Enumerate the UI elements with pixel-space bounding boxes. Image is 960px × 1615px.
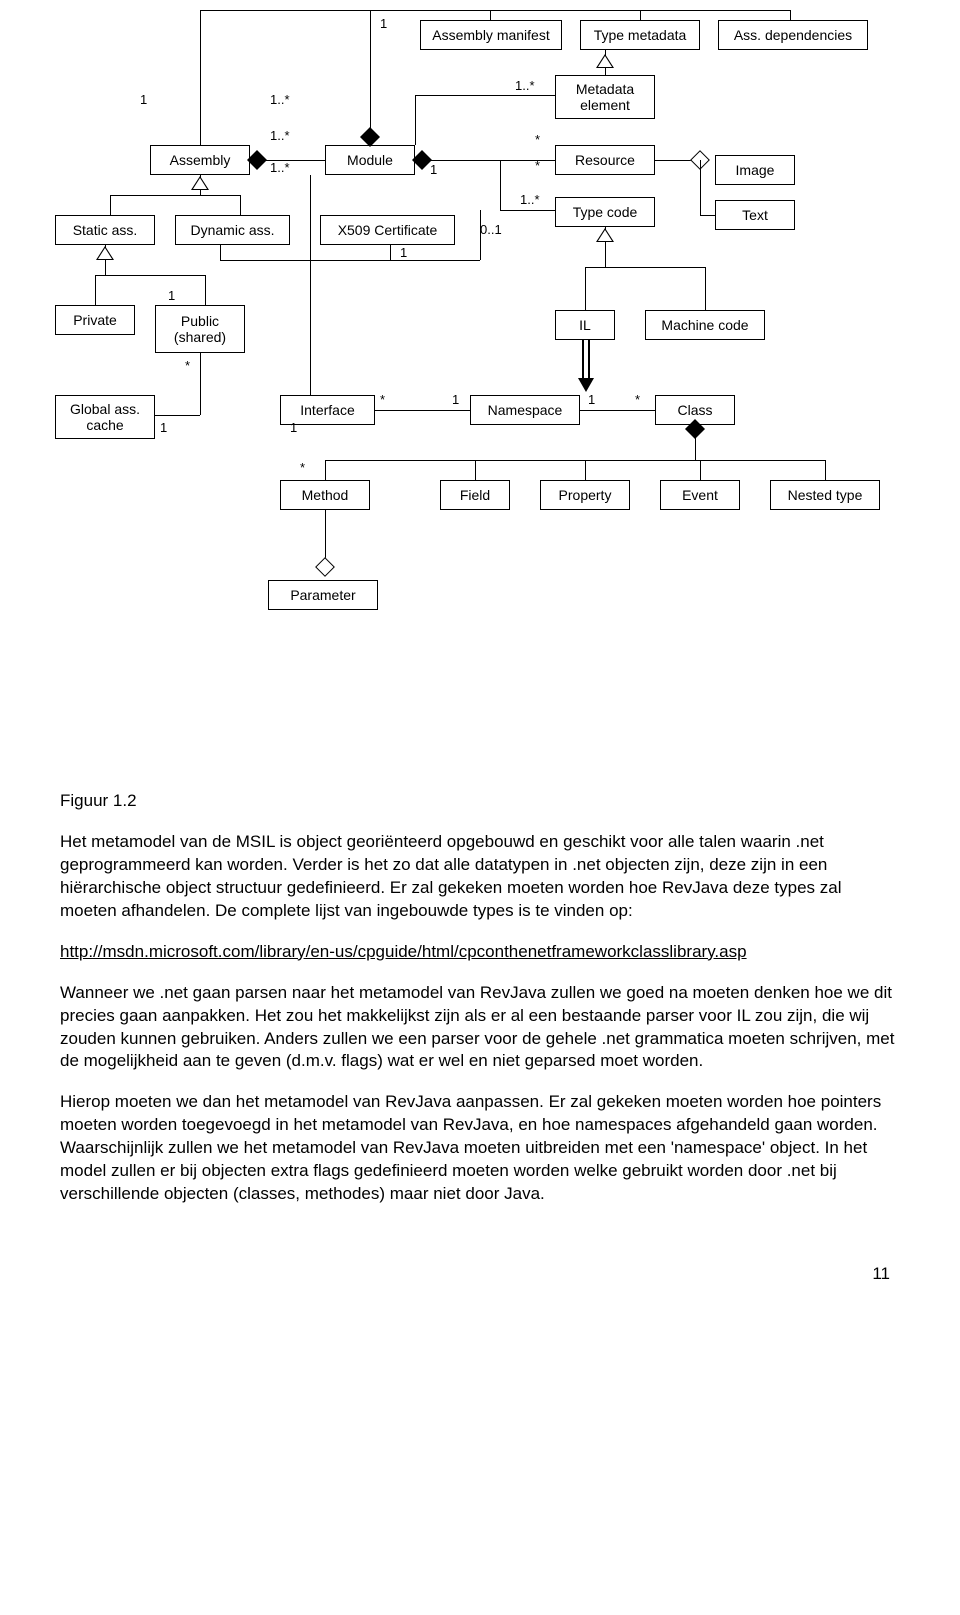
mult-star: * [300, 460, 305, 475]
entity-nested-type: Nested type [770, 480, 880, 510]
entity-method: Method [280, 480, 370, 510]
entity-property: Property [540, 480, 630, 510]
mult-one-star: 1..* [270, 128, 290, 143]
entity-parameter: Parameter [268, 580, 378, 610]
entity-ass-dependencies: Ass. dependencies [718, 20, 868, 50]
entity-event: Event [660, 480, 740, 510]
entity-public-shared: Public (shared) [155, 305, 245, 353]
entity-field: Field [440, 480, 510, 510]
paragraph-2: Wanneer we .net gaan parsen naar het met… [60, 982, 900, 1074]
entity-type-metadata: Type metadata [580, 20, 700, 50]
mult-one-star: 1..* [515, 78, 535, 93]
mult-star: * [185, 358, 190, 373]
figure-caption: Figuur 1.2 [60, 790, 900, 813]
entity-il: IL [555, 310, 615, 340]
aggregation-diamond-icon [315, 557, 335, 577]
entity-resource: Resource [555, 145, 655, 175]
generalization-triangle-icon [96, 246, 114, 260]
paragraph-1: Het metamodel van de MSIL is object geor… [60, 831, 900, 923]
entity-image: Image [715, 155, 795, 185]
entity-x509: X509 Certificate [320, 215, 455, 245]
composition-diamond-icon [412, 150, 432, 170]
entity-text: Text [715, 200, 795, 230]
mult-zero-one: 0..1 [480, 222, 502, 237]
mult-star: * [380, 392, 385, 407]
entity-global-ass-cache: Global ass. cache [55, 395, 155, 439]
mult-star: * [535, 158, 540, 173]
page-number: 11 [0, 1264, 960, 1304]
generalization-triangle-icon [596, 228, 614, 242]
generalization-triangle-icon [191, 176, 209, 190]
mult-one: 1 [400, 245, 407, 260]
arrow-down-icon [578, 378, 594, 392]
mult-one-star: 1..* [270, 92, 290, 107]
mult-one: 1 [168, 288, 175, 303]
entity-private: Private [55, 305, 135, 335]
entity-metadata-element: Metadata element [555, 75, 655, 119]
mult-star: * [535, 132, 540, 147]
entity-module: Module [325, 145, 415, 175]
paragraph-3: Hierop moeten we dan het metamodel van R… [60, 1091, 900, 1206]
mult-one: 1 [588, 392, 595, 407]
mult-one: 1 [452, 392, 459, 407]
msdn-link[interactable]: http://msdn.microsoft.com/library/en-us/… [60, 942, 747, 961]
mult-star: * [635, 392, 640, 407]
composition-diamond-icon [360, 127, 380, 147]
mult-one: 1 [430, 162, 437, 177]
composition-diamond-icon [247, 150, 267, 170]
entity-machine-code: Machine code [645, 310, 765, 340]
entity-namespace: Namespace [470, 395, 580, 425]
mult-one: 1 [160, 420, 167, 435]
entity-dynamic-ass: Dynamic ass. [175, 215, 290, 245]
entity-assembly-manifest: Assembly manifest [420, 20, 562, 50]
mult-one: 1 [140, 92, 147, 107]
mult-one: 1 [290, 420, 297, 435]
mult-one: 1 [380, 16, 387, 31]
generalization-triangle-icon [596, 54, 614, 68]
mult-one-star: 1..* [520, 192, 540, 207]
entity-assembly: Assembly [150, 145, 250, 175]
uml-diagram: Assembly manifest Type metadata Ass. dep… [0, 0, 960, 790]
entity-type-code: Type code [555, 197, 655, 227]
entity-static-ass: Static ass. [55, 215, 155, 245]
mult-one-star: 1..* [270, 160, 290, 175]
